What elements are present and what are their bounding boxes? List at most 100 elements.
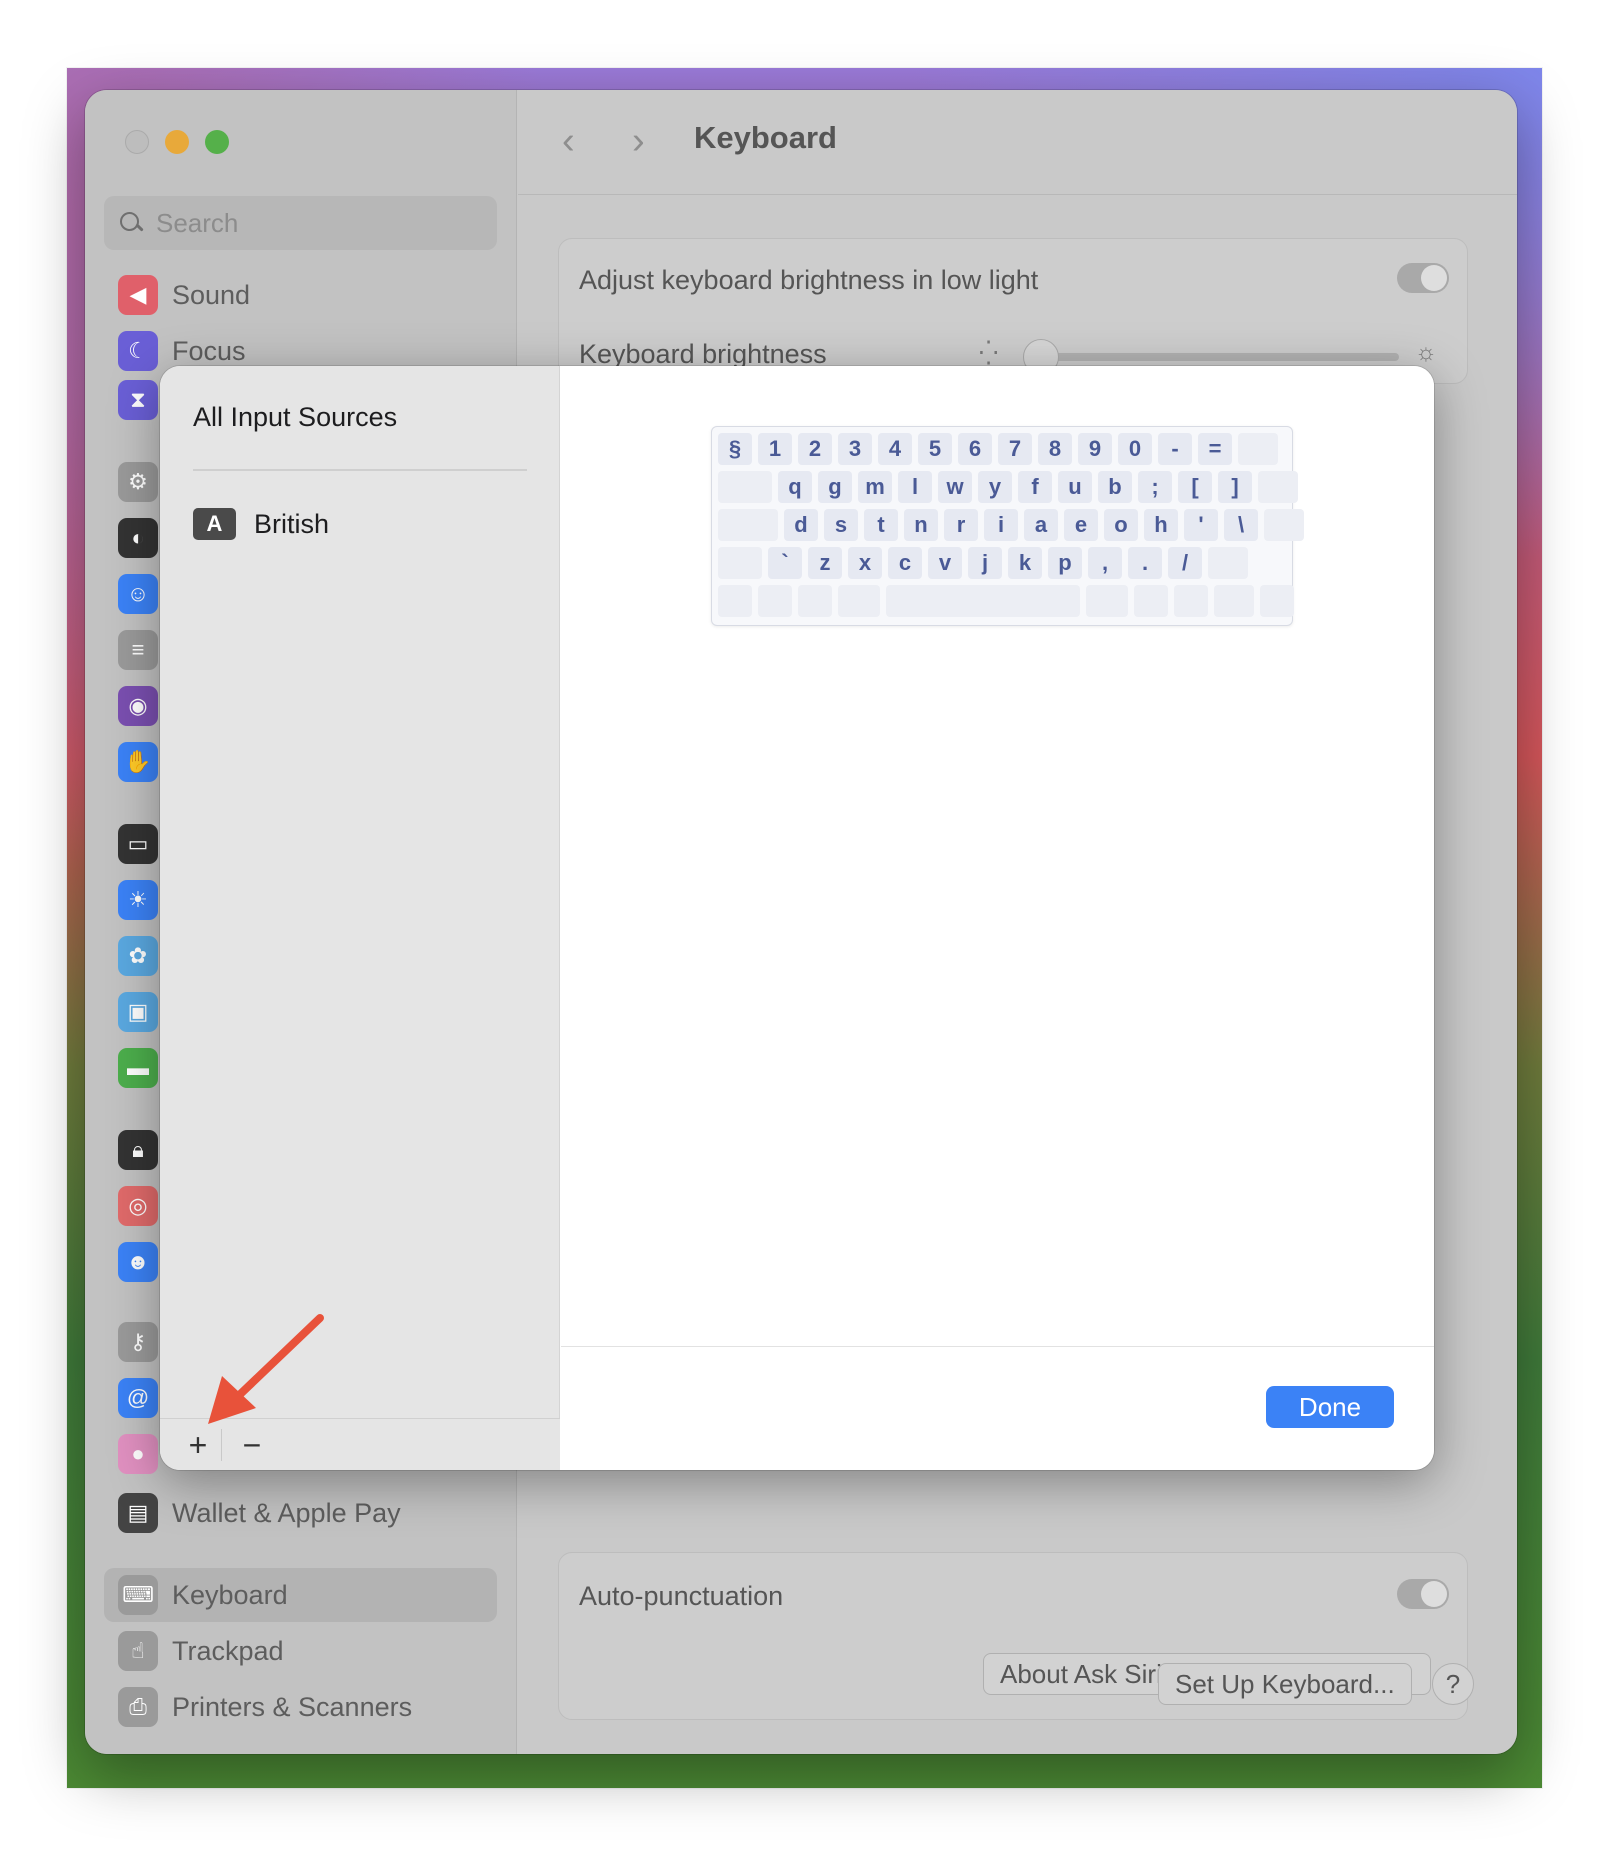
sidebar-item-wallet[interactable]: ▤ Wallet & Apple Pay — [104, 1486, 497, 1540]
keyboard-key: l — [898, 471, 932, 503]
trackpad-icon: ☝ — [118, 1631, 158, 1671]
game-center-icon[interactable]: ● — [118, 1434, 158, 1474]
adjust-brightness-toggle[interactable] — [1397, 263, 1449, 293]
keyboard-key: / — [1168, 547, 1202, 579]
sidebar-item-label: Keyboard — [172, 1579, 288, 1610]
keyboard-key: § — [718, 433, 752, 465]
search-input[interactable] — [156, 207, 476, 239]
page-title: Keyboard — [694, 120, 837, 155]
input-source-british[interactable]: A British — [193, 508, 329, 540]
keyboard-row-modifiers — [718, 585, 1294, 617]
sidebar-item-sound[interactable]: ◀ Sound — [104, 268, 497, 322]
sound-icon: ◀ — [118, 275, 158, 315]
back-button[interactable]: ‹ — [562, 120, 575, 163]
keyboard-key-blank — [718, 471, 772, 503]
users-groups-icon[interactable]: ☻ — [118, 1242, 158, 1282]
keyboard-key: w — [938, 471, 972, 503]
close-window-button[interactable] — [125, 130, 149, 154]
sidebar-item-label: Sound — [172, 279, 251, 310]
sidebar-search[interactable] — [104, 196, 497, 250]
auto-punctuation-label: Auto-punctuation — [579, 1581, 784, 1611]
toolbar: ‹ › Keyboard — [518, 90, 1517, 195]
keyboard-key: q — [778, 471, 812, 503]
input-sources-list-pane: All Input Sources A British + − — [160, 366, 560, 1470]
wallet-icon: ▤ — [118, 1493, 158, 1533]
sidebar-item-keyboard[interactable]: ⌨ Keyboard — [104, 1568, 497, 1622]
keyboard-key-blank — [1134, 585, 1168, 617]
keyboard-preview-pane: § 1 2 3 4 5 6 7 8 9 0- = q g m l w y f u b;[] d s t n r i a e o h ' \ ` z x… — [561, 366, 1434, 1470]
keyboard-key: t — [864, 509, 898, 541]
set-up-keyboard-button[interactable]: Set Up Keyboard... — [1158, 1663, 1412, 1705]
desktop-dock-icon[interactable]: ▭ — [118, 824, 158, 864]
keyboard-key: 0 — [1118, 433, 1152, 465]
keyboard-key: p — [1048, 547, 1082, 579]
brightness-slider-track[interactable] — [1039, 353, 1399, 361]
help-button[interactable]: ? — [1432, 1663, 1474, 1705]
general-gear-icon[interactable]: ⚙ — [118, 462, 158, 502]
keyboard-key: o — [1104, 509, 1138, 541]
keyboard-key-blank — [758, 585, 792, 617]
keyboard-key: , — [1088, 547, 1122, 579]
battery-icon[interactable]: ▬ — [118, 1048, 158, 1088]
screen-time-icon[interactable]: ⧗ — [118, 380, 158, 420]
focus-moon-icon: ☾ — [118, 331, 158, 371]
passwords-key-icon[interactable]: ⚷ — [118, 1322, 158, 1362]
keyboard-key: g — [818, 471, 852, 503]
keyboard-key: 1 — [758, 433, 792, 465]
displays-icon[interactable]: ☀ — [118, 880, 158, 920]
accessibility-icon[interactable]: ☺ — [118, 574, 158, 614]
siri-icon[interactable]: ◉ — [118, 686, 158, 726]
keyboard-layout-preview: § 1 2 3 4 5 6 7 8 9 0- = q g m l w y f u b;[] d s t n r i a e o h ' \ ` z x… — [711, 426, 1304, 626]
appearance-icon[interactable]: ◐ — [118, 518, 158, 558]
sidebar-item-label: Focus — [172, 335, 246, 366]
internet-accounts-icon[interactable]: @ — [118, 1378, 158, 1418]
lock-screen-icon[interactable]: 🔒︎ — [118, 1130, 158, 1170]
keyboard-key: ` — [768, 547, 802, 579]
keyboard-key: 5 — [918, 433, 952, 465]
keyboard-key: ] — [1218, 471, 1252, 503]
control-center-icon[interactable]: ≡ — [118, 630, 158, 670]
keyboard-key: d — [784, 509, 818, 541]
sidebar-item-trackpad[interactable]: ☝ Trackpad — [104, 1624, 497, 1678]
keyboard-key: 3 — [838, 433, 872, 465]
keyboard-key-blank — [1258, 471, 1298, 503]
done-button[interactable]: Done — [1266, 1386, 1394, 1428]
printer-icon: ⎙ — [118, 1687, 158, 1727]
keyboard-key-blank — [1238, 433, 1278, 465]
sidebar-item-printers[interactable]: ⎙ Printers & Scanners — [104, 1680, 497, 1734]
keyboard-key: b — [1098, 471, 1132, 503]
zoom-window-button[interactable] — [205, 130, 229, 154]
keyboard-key: h — [1144, 509, 1178, 541]
keyboard-key-blank — [718, 547, 762, 579]
keyboard-row: d s t n r i a e o h ' \ — [718, 509, 1304, 541]
forward-button[interactable]: › — [632, 120, 645, 163]
input-source-badge: A — [193, 508, 236, 540]
keyboard-key-blank — [838, 585, 880, 617]
keyboard-icon: ⌨ — [118, 1575, 158, 1615]
keyboard-key-blank — [718, 585, 752, 617]
keyboard-key: \ — [1224, 509, 1258, 541]
auto-punctuation-toggle[interactable] — [1397, 1579, 1449, 1609]
keyboard-key: m — [858, 471, 892, 503]
remove-input-source-button[interactable]: − — [234, 1425, 270, 1465]
keyboard-key: 8 — [1038, 433, 1072, 465]
keyboard-key-blank — [1260, 585, 1294, 617]
button-separator — [221, 1429, 222, 1461]
keyboard-key-blank — [718, 509, 778, 541]
keyboard-key: y — [978, 471, 1012, 503]
keyboard-key: 6 — [958, 433, 992, 465]
annotation-arrow-icon — [208, 1314, 324, 1424]
brightness-group: Adjust keyboard brightness in low light … — [558, 238, 1468, 384]
keyboard-key-blank — [1208, 547, 1248, 579]
keyboard-key: z — [808, 547, 842, 579]
screen-saver-icon[interactable]: ✿ — [118, 936, 158, 976]
privacy-hand-icon[interactable]: ✋ — [118, 742, 158, 782]
minimize-window-button[interactable] — [165, 130, 189, 154]
wallpaper-icon[interactable]: ▣ — [118, 992, 158, 1032]
keyboard-key: 9 — [1078, 433, 1112, 465]
keyboard-key: 7 — [998, 433, 1032, 465]
footer-divider — [561, 1346, 1434, 1347]
keyboard-key: 2 — [798, 433, 832, 465]
touch-id-icon[interactable]: ◎ — [118, 1186, 158, 1226]
add-input-source-button[interactable]: + — [180, 1425, 216, 1465]
